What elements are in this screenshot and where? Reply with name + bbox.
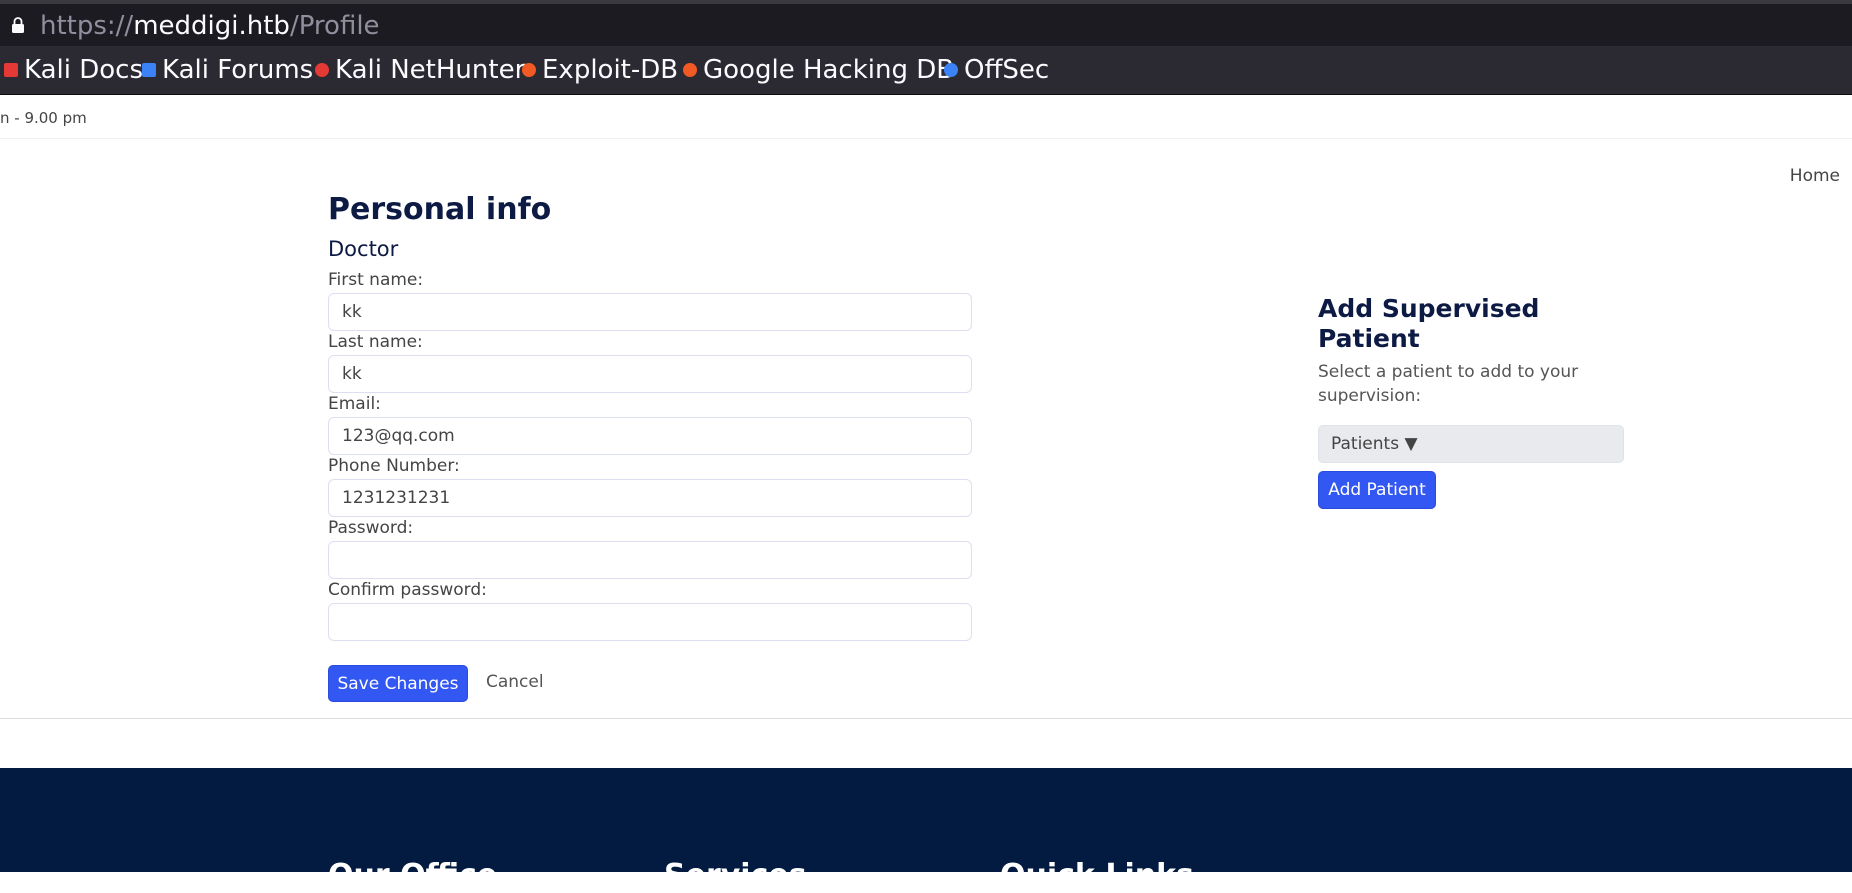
bookmark-offsec[interactable]: OffSec [944,55,1049,85]
bookmarks-toolbar: Kali Docs Kali Forums Kali NetHunter Exp… [0,46,1852,95]
password-field[interactable] [328,541,972,579]
last-name-label: Last name: [328,332,423,352]
google-hacking-db-icon [683,63,697,77]
footer-heading-services: Services [664,858,807,893]
bookmark-kali-docs[interactable]: Kali Docs [4,55,143,85]
confirm-password-field[interactable] [328,603,972,641]
bookmark-label: OffSec [964,55,1050,85]
page-title: Personal info [328,192,552,227]
add-patient-description: Select a patient to add to your supervis… [1318,362,1579,406]
browser-url-bar[interactable]: https://meddigi.htb/Profile [0,0,1852,46]
bookmark-label: Kali Docs [24,55,144,85]
opening-hours: n - 9.00 pm [0,109,87,127]
bookmark-exploit-db[interactable]: Exploit-DB [522,55,678,85]
patients-dropdown[interactable]: Patients ▼ [1318,425,1624,463]
add-patient-button[interactable]: Add Patient [1318,471,1436,509]
save-changes-button[interactable]: Save Changes [328,665,468,702]
first-name-field[interactable] [328,293,972,331]
kali-docs-icon [4,63,18,77]
offsec-icon [944,63,958,77]
site-topbar: n - 9.00 pm [0,96,1852,139]
add-patient-title: Add Supervised Patient [1318,294,1540,353]
footer-heading-quick-links: Quick Links [1000,858,1194,893]
url-host: meddigi.htb [133,11,290,41]
bookmark-label: Kali Forums [162,55,314,85]
kali-forums-icon [142,63,156,77]
first-name-label: First name: [328,270,424,290]
kali-nethunter-icon [315,63,329,77]
section-divider [0,718,1852,719]
bookmark-label: Exploit-DB [542,55,679,85]
footer-heading-office: Our Office [328,858,498,893]
role-label: Doctor [328,237,399,261]
phone-label: Phone Number: [328,456,460,476]
lock-icon [12,17,24,33]
site-footer [0,768,1852,872]
confirm-password-label: Confirm password: [328,580,487,600]
nav-home-link[interactable]: Home [1790,166,1840,186]
cancel-link[interactable]: Cancel [486,672,544,692]
url-path: /Profile [289,11,380,41]
bookmark-google-hacking-db[interactable]: Google Hacking DB [683,55,954,85]
bookmark-kali-nethunter[interactable]: Kali NetHunter [315,55,525,85]
bookmark-label: Google Hacking DB [703,55,955,85]
bookmark-kali-forums[interactable]: Kali Forums [142,55,313,85]
email-label: Email: [328,394,381,414]
url-text[interactable]: https://meddigi.htb/Profile [40,10,380,42]
phone-field[interactable] [328,479,972,517]
exploit-db-icon [522,63,536,77]
email-field[interactable] [328,417,972,455]
last-name-field[interactable] [328,355,972,393]
url-scheme: https:// [40,11,134,41]
bookmark-label: Kali NetHunter [335,55,526,85]
password-label: Password: [328,518,414,538]
